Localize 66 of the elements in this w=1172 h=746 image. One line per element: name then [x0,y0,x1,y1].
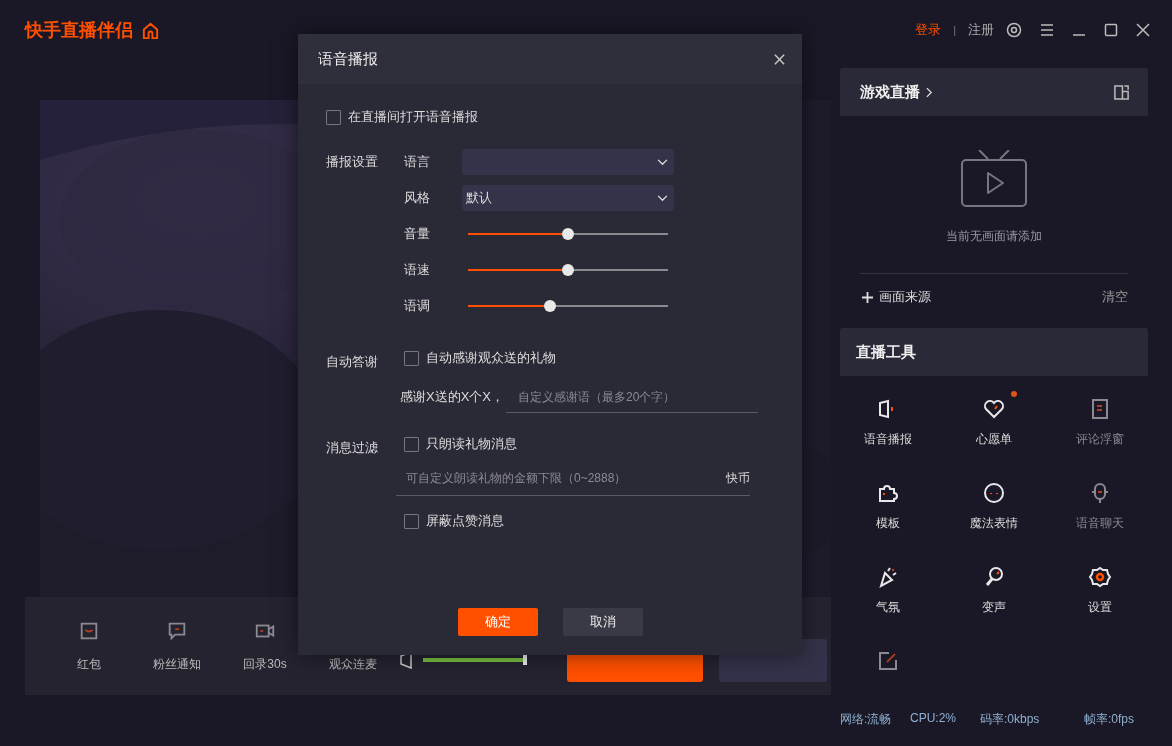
input-field[interactable]: 可自定义朗读礼物的金额下限（0~2888） [396,471,726,485]
heart-icon [982,397,1006,421]
tool-button[interactable]: 气氛 [835,559,941,625]
face-icon [982,481,1006,505]
chevron-down-icon [657,158,668,166]
tool-button[interactable]: 设置 [1047,559,1153,625]
tool-button[interactable]: 变声 [941,559,1047,625]
tool-button[interactable]: 魔法表情 [941,475,1047,541]
input-field[interactable]: 自定义感谢语（最多20个字） [506,381,758,413]
toolbar-button[interactable]: 观众连麦 [309,619,397,673]
register-link[interactable]: 注册 [968,21,994,39]
close-button[interactable] [1136,23,1150,37]
section-label: 播报设置 [326,153,379,171]
plus-icon [862,291,873,303]
cancel-button[interactable]: 取消 [562,608,643,636]
login-link[interactable]: 登录 [915,21,942,39]
notification-dot [1011,391,1017,397]
field-label: 语调 [404,297,431,315]
edit-icon [876,649,900,673]
volume-slider[interactable] [423,658,525,662]
section-label: 自动答谢 [326,353,379,371]
close-icon [773,52,786,66]
chevron-right-icon [926,86,933,98]
status-text: 码率:0kbps [980,711,1041,728]
scene-title[interactable]: 游戏直播 [860,82,933,102]
chevron-down-icon [657,194,668,202]
dialog-title: 语音播报 [318,49,378,69]
home-icon[interactable] [141,20,160,40]
gear-icon [1088,565,1112,589]
add-source-button[interactable]: 画面来源 [862,288,931,306]
tv-icon [961,150,1027,208]
tool-button[interactable]: 语音播报 [835,391,941,457]
checkbox[interactable]: 只朗读礼物消息 [404,435,750,453]
empty-message: 当前无画面请添加 [946,228,1042,245]
checkbox[interactable]: 自动感谢观众送的礼物 [404,349,758,367]
tool-button[interactable]: 心愿单 [941,391,1047,457]
checkbox[interactable]: 屏蔽点赞消息 [404,512,750,530]
checkbox[interactable]: 在直播间打开语音播报 [326,108,802,126]
maximize-icon [1104,23,1118,37]
dropdown[interactable]: 默认 [462,185,674,211]
close-button[interactable] [773,52,786,66]
tool-button[interactable]: 模板 [835,475,941,541]
app-logo: 快手直播伴侣 [25,19,133,42]
field-label: 语言 [404,153,431,171]
field-label: 风格 [404,189,431,207]
field-label: 音量 [404,225,431,243]
section-label: 消息过滤 [326,439,379,457]
settings-icon[interactable] [1006,22,1022,38]
separator: | [953,24,956,36]
menu-icon [1040,23,1054,37]
toolbar-button[interactable]: 回录30s [221,619,309,673]
field-label: 语速 [404,261,431,279]
status-text: 网络:流畅 [840,711,893,728]
status-text: CPU:2% [910,711,957,727]
close-icon [1136,23,1150,37]
status-text: 帧率:0fps [1084,711,1134,728]
minimize-icon [1072,33,1086,37]
template-label: 感谢X送的X个X， [400,388,504,406]
toolbar-button[interactable]: 粉丝通知 [133,619,221,673]
toolbar-button[interactable]: 红包 [45,619,133,673]
layout-icon[interactable] [1113,83,1130,101]
clear-button[interactable]: 清空 [1102,288,1128,306]
menu-button[interactable] [1040,23,1054,37]
maximize-button[interactable] [1104,23,1118,37]
section-title: 直播工具 [856,342,916,362]
unit-label: 快币 [726,469,750,487]
